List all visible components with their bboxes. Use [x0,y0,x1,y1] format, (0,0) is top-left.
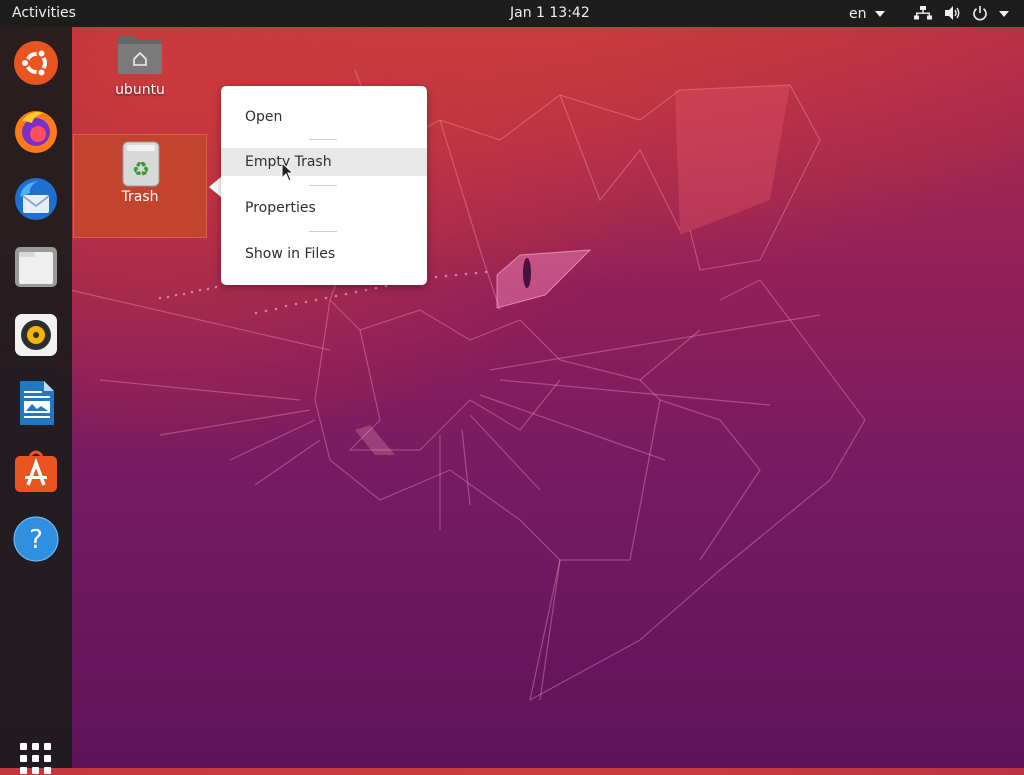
top-bar: Activities Jan 1 13:42 en [0,0,1024,27]
clock[interactable]: Jan 1 13:42 [510,5,590,21]
trash-label: Trash [121,189,159,205]
menu-separator [309,185,337,186]
menu-item-open[interactable]: Open [221,103,427,131]
thunderbird-icon[interactable] [12,175,60,223]
svg-text:?: ? [29,525,43,555]
help-icon[interactable]: ? [12,515,60,563]
menu-item-show-in-files[interactable]: Show in Files [221,240,427,268]
system-menu-chevron-icon[interactable] [999,11,1009,17]
wallpaper [69,69,866,702]
rhythmbox-icon[interactable] [12,311,60,359]
svg-text:♻: ♻ [132,157,150,181]
app-center-icon[interactable] [12,447,60,495]
context-menu: Open Empty Trash Properties Show in File… [221,86,427,285]
language-indicator[interactable]: en [849,6,867,22]
firefox-icon[interactable] [12,107,60,155]
activities-button[interactable]: Activities [12,5,76,21]
menu-pointer [209,177,221,197]
libreoffice-writer-icon[interactable] [12,379,60,427]
menu-item-properties[interactable]: Properties [221,194,427,222]
power-icon[interactable] [972,5,988,21]
menu-separator [309,231,337,232]
home-folder-label: ubuntu [115,82,165,98]
trash-icon: ♻ [122,141,160,187]
speaker-icon[interactable] [944,5,962,21]
folder-home-icon [118,36,162,74]
home-folder[interactable]: ubuntu [100,34,180,98]
menu-separator [309,139,337,140]
mouse-cursor-icon [281,162,295,182]
ubuntu-software-icon[interactable] [12,39,60,87]
dock: ? [0,27,72,774]
network-wired-icon[interactable] [914,5,932,21]
trash-desktop-icon[interactable]: ♻ Trash [73,134,207,238]
apps-grid-icon[interactable] [20,743,52,775]
menu-item-empty-trash[interactable]: Empty Trash [221,148,427,176]
chevron-down-icon[interactable] [875,11,885,17]
files-icon[interactable] [12,243,60,291]
